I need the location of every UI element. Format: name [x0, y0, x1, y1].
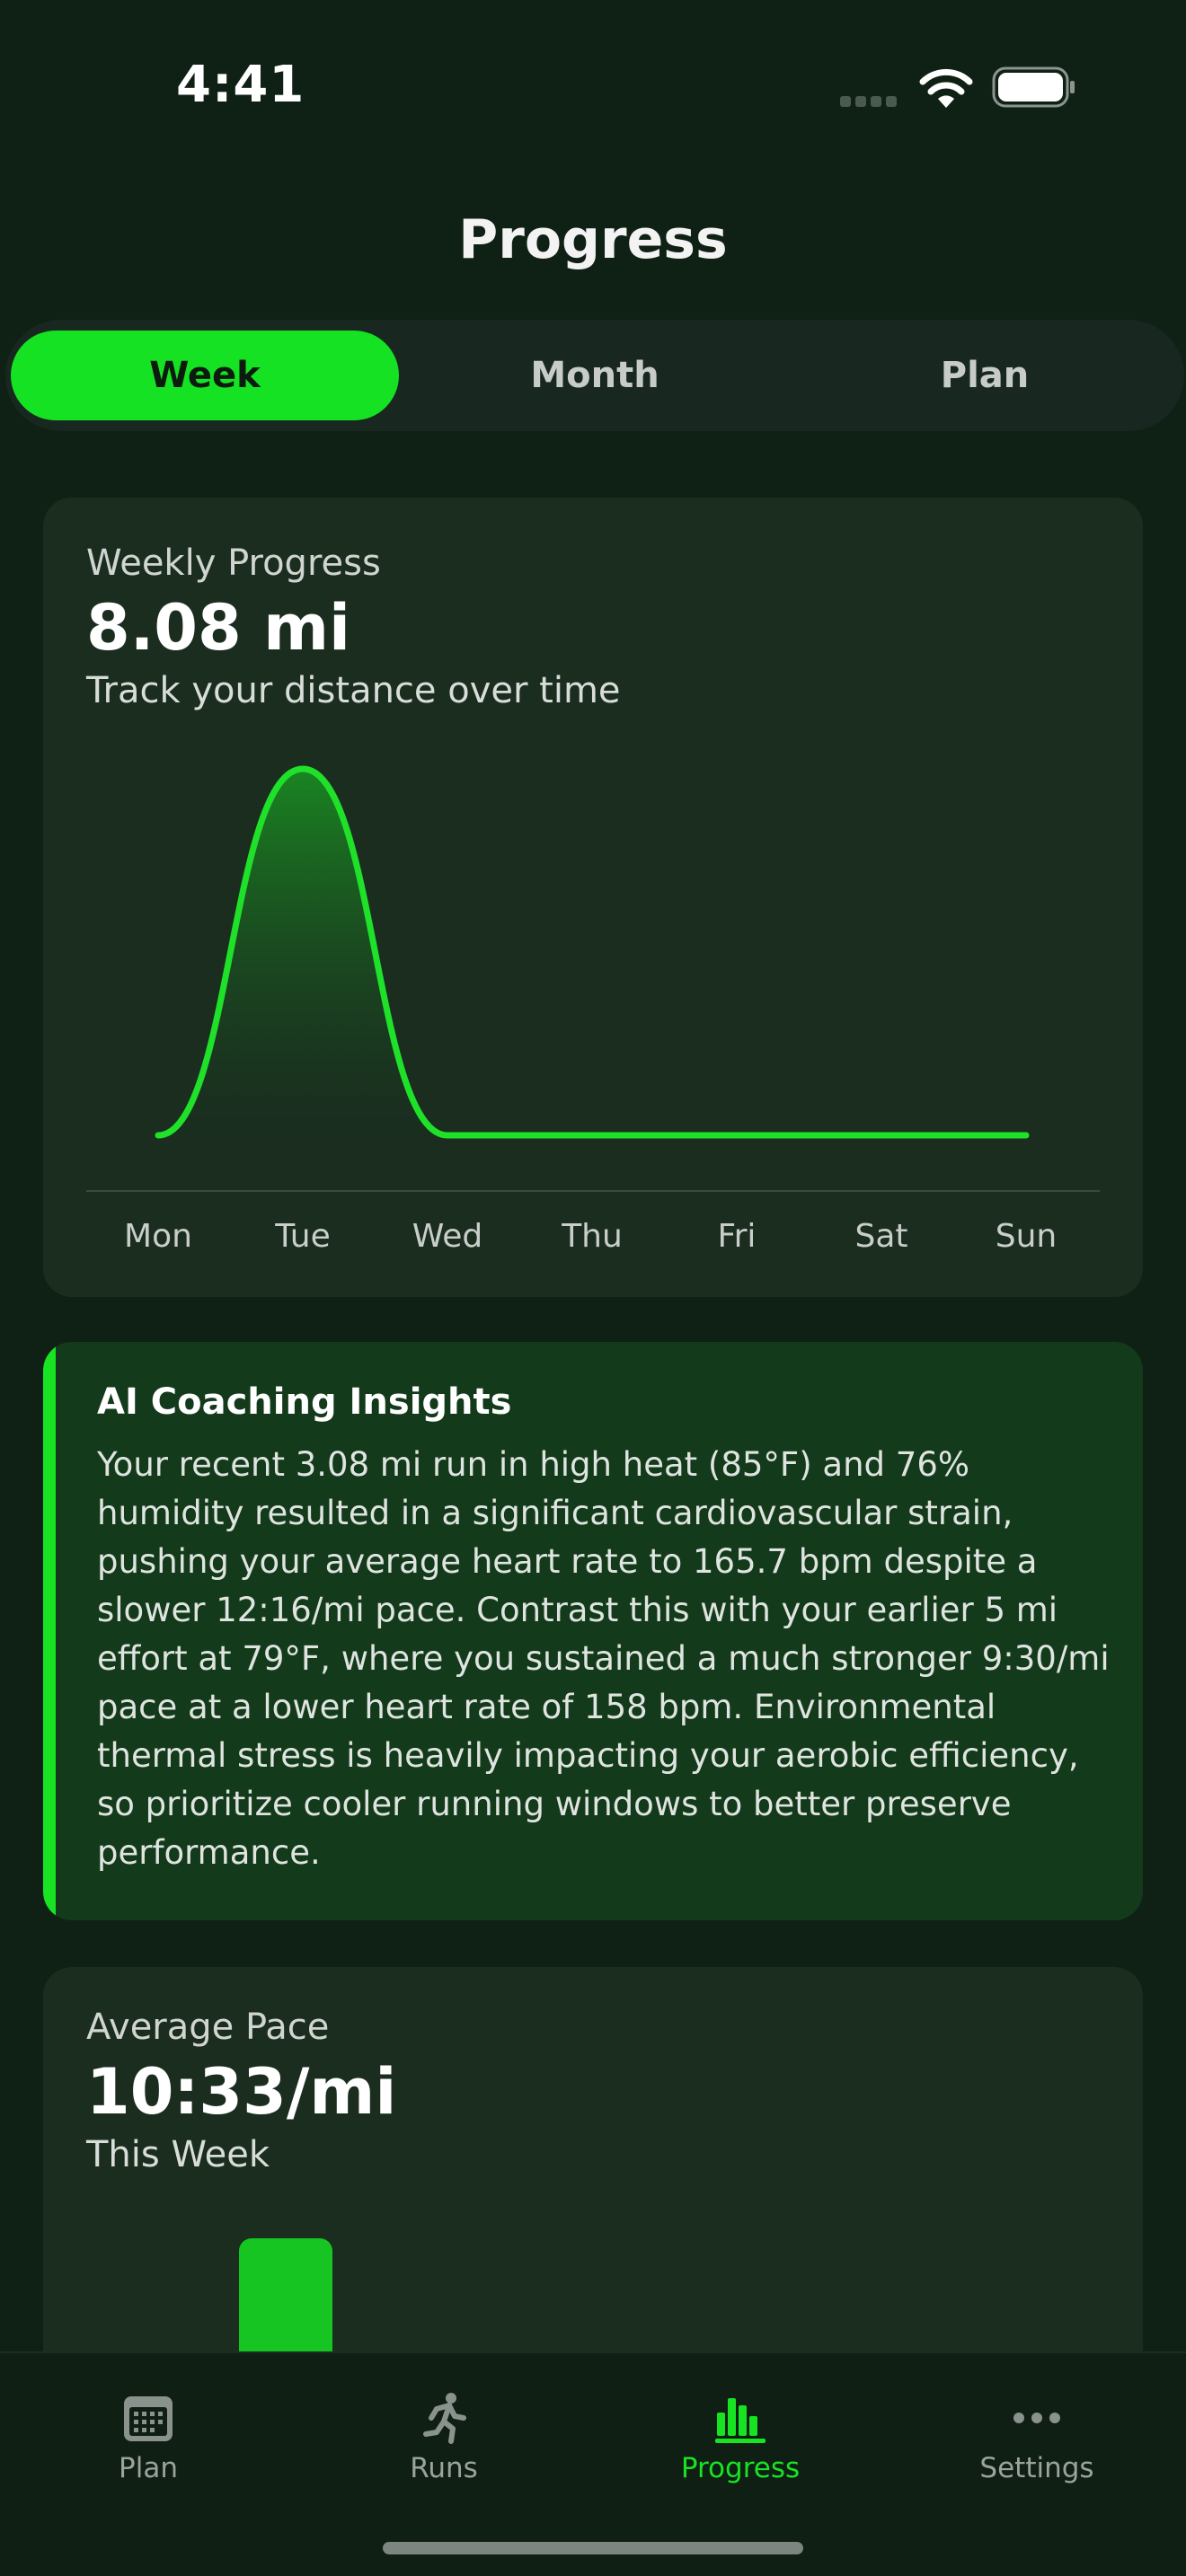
average-pace-value: 10:33/mi [86, 2055, 397, 2129]
chart-x-tick-label: Sun [996, 1218, 1057, 1255]
chart-x-tick-label: Wed [412, 1218, 483, 1255]
tab-runs[interactable]: Runs [345, 2380, 543, 2488]
pace-subtitle: This Week [86, 2134, 270, 2175]
tab-settings-label: Settings [979, 2452, 1094, 2484]
chart-x-tick-label: Fri [718, 1218, 757, 1255]
tab-runs-label: Runs [410, 2452, 478, 2484]
segment-month[interactable]: Month [401, 331, 789, 420]
tab-plan[interactable]: Plan [49, 2380, 247, 2488]
battery-icon [992, 66, 1075, 108]
more-icon [1013, 2413, 1060, 2423]
wifi-icon [919, 68, 973, 108]
chart-x-tick-label: Thu [561, 1218, 623, 1255]
chart-area-fill [158, 769, 1026, 1135]
weekly-progress-card: Weekly Progress 8.08 mi Track your dista… [43, 498, 1143, 1297]
segment-week[interactable]: Week [11, 331, 399, 420]
weekly-distance-chart: Mon Tue Wed Thu Fri Sat Sun [86, 765, 1100, 1255]
calendar-icon [124, 2396, 173, 2441]
insight-body: Your recent 3.08 mi run in high heat (85… [97, 1445, 1110, 1872]
status-bar: 4:41 [0, 0, 1186, 171]
ai-coaching-insights-card: AI Coaching Insights Your recent 3.08 mi… [43, 1342, 1143, 1920]
average-pace-label: Average Pace [86, 2007, 330, 2048]
cellular-signal-icon [840, 93, 903, 107]
progress-screen: 4:41 Progress Week Month Plan Weekly Pro… [0, 0, 1186, 2576]
tab-plan-label: Plan [119, 2452, 178, 2484]
period-segmented-control: Week Month Plan [5, 320, 1184, 431]
runner-icon [423, 2393, 466, 2444]
chart-x-tick-label: Mon [124, 1218, 192, 1255]
status-time: 4:41 [176, 56, 305, 114]
bar-chart-icon [715, 2398, 766, 2443]
tab-settings[interactable]: Settings [938, 2380, 1136, 2488]
insight-title: AI Coaching Insights [97, 1381, 512, 1423]
chart-x-tick-label: Sat [854, 1218, 907, 1255]
segment-plan[interactable]: Plan [791, 331, 1179, 420]
home-indicator [383, 2542, 803, 2554]
page-title: Progress [458, 208, 728, 271]
chart-x-tick-label: Tue [274, 1218, 331, 1255]
insight-accent-bar [43, 1342, 56, 1920]
tab-progress[interactable]: Progress [642, 2380, 839, 2488]
tab-progress-label: Progress [680, 2452, 801, 2484]
